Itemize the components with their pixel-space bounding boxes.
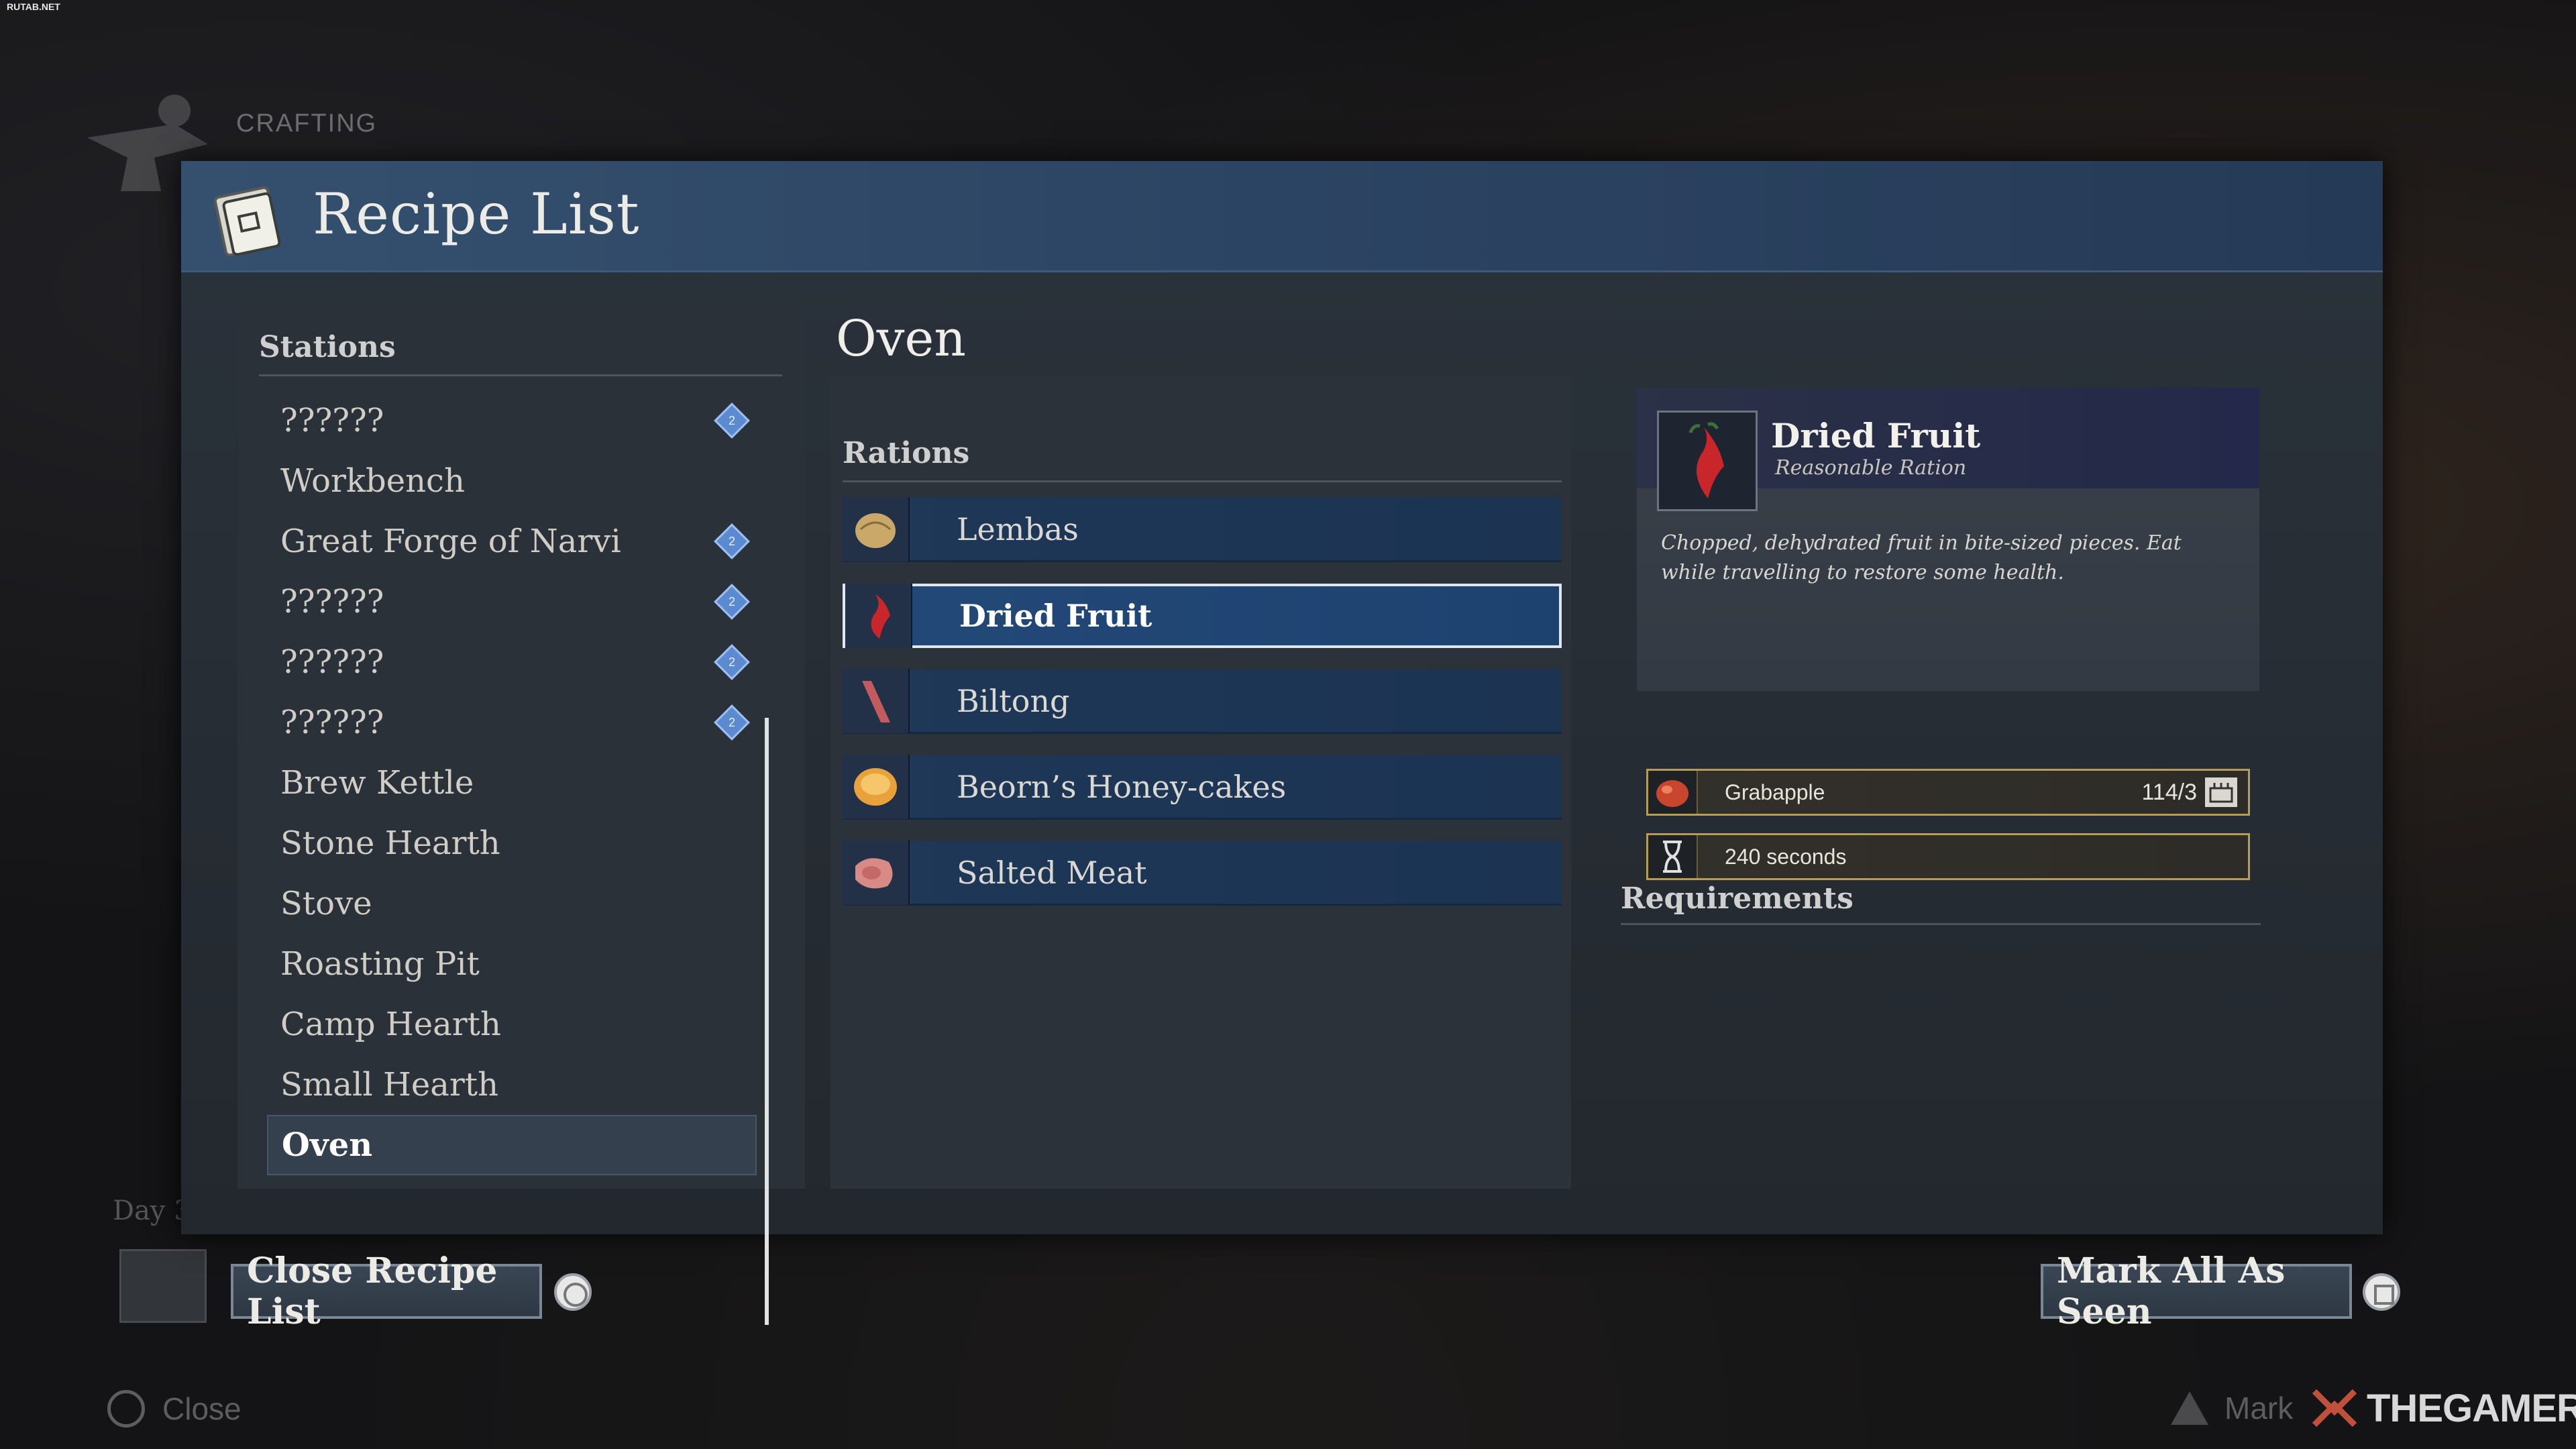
watermark-text: THEGAMER — [2367, 1386, 2576, 1430]
recipe-label: Dried Fruit — [959, 598, 1152, 634]
salted-meat-icon — [843, 840, 910, 905]
station-item[interactable]: Stone Hearth — [267, 813, 757, 873]
stations-panel: Stations ?????? 2 Workbench Great Forge of … — [237, 307, 805, 1325]
background-mark-hint: Mark — [2171, 1390, 2293, 1426]
mark-all-as-seen-button[interactable]: Mark All As Seen — [2041, 1250, 2352, 1332]
badge-count: 2 — [728, 534, 735, 548]
recipe-item[interactable]: Biltong — [843, 668, 1562, 734]
station-item[interactable]: ?????? 2 — [267, 572, 757, 632]
requirement-count: 114/3 — [2141, 779, 2197, 805]
station-label: Small Hearth — [280, 1066, 499, 1104]
book-icon — [119, 1249, 207, 1323]
thegamer-logo: THEGAMER — [2308, 1385, 2576, 1432]
station-item[interactable]: Workbench — [267, 451, 757, 511]
recipe-label: Lembas — [957, 511, 1079, 547]
close-recipe-list-button[interactable]: Close Recipe List — [231, 1250, 542, 1332]
divider — [259, 374, 782, 376]
new-recipes-badge-icon: 2 — [714, 584, 750, 620]
hourglass-icon — [1648, 835, 1698, 878]
grabapple-icon — [1648, 771, 1698, 814]
divider — [843, 480, 1562, 482]
station-item[interactable]: ?????? 2 — [267, 390, 757, 451]
dried-fruit-icon — [845, 584, 912, 648]
recipe-label: Beorn’s Honey-cakes — [957, 768, 1287, 805]
station-label: Great Forge of Narvi — [280, 523, 621, 560]
triangle-button-icon — [2171, 1391, 2208, 1425]
divider — [1621, 923, 2261, 925]
badge-count: 2 — [728, 413, 735, 427]
station-label: ?????? — [280, 704, 384, 741]
circle-button-icon — [107, 1390, 145, 1428]
circle-button-icon — [554, 1273, 592, 1311]
storage-icon — [2205, 777, 2237, 807]
requirement-name: Grabapple — [1725, 780, 1825, 804]
recipe-list-panel: Recipe List Stations ?????? 2 Workbench Gre… — [181, 161, 2383, 1325]
honey-cake-icon — [843, 754, 910, 819]
station-item[interactable]: Camp Hearth — [267, 994, 757, 1055]
lembas-icon — [843, 496, 910, 561]
panel-header: Recipe List — [181, 161, 2383, 272]
scrollbar[interactable] — [765, 718, 769, 1325]
recipe-label: Biltong — [957, 682, 1070, 719]
station-label: ?????? — [280, 583, 384, 621]
close-hint-label: Close — [162, 1391, 241, 1426]
page-title: Recipe List — [313, 181, 640, 247]
station-label: Stove — [280, 885, 372, 922]
station-item[interactable]: Small Hearth — [267, 1055, 757, 1115]
station-item[interactable]: Roasting Pit — [267, 934, 757, 994]
recipe-item[interactable]: Dried Fruit — [843, 584, 1562, 648]
biltong-icon — [843, 668, 910, 733]
recipes-panel: Rations Lembas Dried Fruit Biltong Beorn’s … — [830, 378, 1571, 1189]
badge-count: 2 — [728, 655, 735, 669]
recipe-item[interactable]: Salted Meat — [843, 840, 1562, 906]
requirements-heading: Requirements — [1621, 881, 1854, 916]
station-item[interactable]: ?????? 2 — [267, 692, 757, 753]
detail-subtitle: Reasonable Ration — [1775, 456, 1967, 480]
recipe-book-icon — [213, 186, 281, 257]
station-item[interactable]: ?????? 2 — [267, 632, 757, 692]
recipe-item[interactable]: Beorn’s Honey-cakes — [843, 754, 1562, 820]
requirement-name: 240 seconds — [1725, 844, 1847, 869]
station-list: ?????? 2 Workbench Great Forge of Narvi 2???… — [267, 390, 757, 1175]
station-item[interactable]: Great Forge of Narvi 2 — [267, 511, 757, 572]
new-recipes-badge-icon: 2 — [714, 402, 750, 439]
detail-name: Dried Fruit — [1771, 416, 1981, 455]
new-recipes-badge-icon: 2 — [714, 704, 750, 741]
station-item[interactable]: Oven — [267, 1115, 757, 1175]
station-label: Oven — [282, 1126, 373, 1164]
mark-hint-label: Mark — [2224, 1391, 2294, 1426]
requirement-row: 240 seconds — [1646, 833, 2250, 880]
requirement-row: Grabapple 114/3 — [1646, 769, 2250, 816]
square-button-icon — [2363, 1273, 2400, 1311]
recipe-list: Lembas Dried Fruit Biltong Beorn’s Honey-ca… — [843, 496, 1562, 927]
dried-fruit-icon — [1657, 411, 1758, 511]
detail-description: Chopped, dehydrated fruit in bite-sized … — [1661, 531, 2182, 584]
new-recipes-badge-icon: 2 — [714, 523, 750, 559]
recipe-item[interactable]: Lembas — [843, 496, 1562, 562]
station-item[interactable]: Stove — [267, 873, 757, 934]
station-label: Brew Kettle — [280, 764, 474, 802]
station-label: Workbench — [280, 462, 465, 500]
stations-heading: Stations — [259, 330, 396, 364]
site-tag: RUTAB.NET — [7, 1, 60, 12]
station-label: ?????? — [280, 402, 384, 439]
station-title: Oven — [836, 310, 966, 368]
station-label: Camp Hearth — [280, 1006, 501, 1043]
station-label: Stone Hearth — [280, 824, 500, 862]
background-close-hint: Close — [107, 1390, 241, 1428]
new-recipes-badge-icon: 2 — [714, 644, 750, 680]
station-label: ?????? — [280, 643, 384, 681]
recipe-label: Salted Meat — [957, 854, 1147, 891]
category-heading: Rations — [843, 436, 970, 470]
station-label: Roasting Pit — [280, 945, 480, 983]
badge-count: 2 — [728, 594, 735, 608]
crafting-label: CRAFTING — [236, 109, 378, 138]
badge-count: 2 — [728, 715, 735, 729]
recipe-detail-card: Dried Fruit Reasonable Ration Chopped, d… — [1637, 388, 2259, 691]
thegamer-mark-icon — [2312, 1389, 2357, 1428]
station-item[interactable]: Brew Kettle — [267, 753, 757, 813]
